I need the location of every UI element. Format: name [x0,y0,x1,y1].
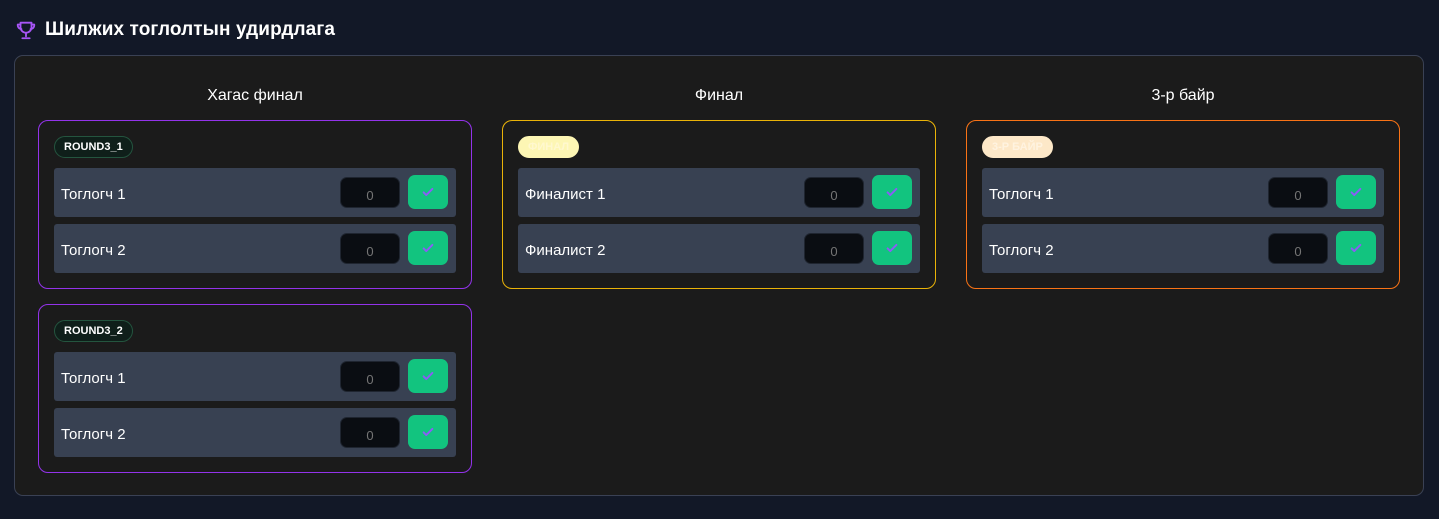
check-icon [886,187,898,197]
score-input[interactable] [340,177,400,208]
column-title: 3-р байр [1151,87,1215,104]
trophy-icon [16,21,36,40]
player-row: Тоглогч 2 [54,408,456,457]
bracket-panel: Хагас финал ROUND3_1 Тоглогч 1 Тоглогч 2… [14,55,1424,496]
column-title: Финал [694,87,744,104]
player-row: Тоглогч 2 [54,224,456,273]
score-input[interactable] [340,417,400,448]
score-input[interactable] [804,233,864,264]
player-row: Тоглогч 1 [54,168,456,217]
score-input[interactable] [1268,177,1328,208]
player-name: Тоглогч 1 [989,186,1054,203]
check-icon [886,243,898,253]
page-header: Шилжих тоглолтын удирдлага [15,17,335,43]
confirm-score-button[interactable] [408,359,448,393]
confirm-score-button[interactable] [408,415,448,449]
player-name: Тоглогч 1 [61,370,126,387]
match-badge: ФИНАЛ [518,136,580,158]
score-input[interactable] [804,177,864,208]
confirm-score-button[interactable] [1336,231,1376,265]
player-name: Тоглогч 2 [989,242,1054,259]
score-input[interactable] [340,233,400,264]
player-name: Тоглогч 1 [61,186,126,203]
check-icon [422,243,434,253]
match-badge: ROUND3_1 [54,136,133,158]
confirm-score-button[interactable] [408,231,448,265]
player-row: Тоглогч 1 [982,168,1384,217]
player-name: Финалист 2 [525,242,606,259]
player-row: Тоглогч 1 [54,352,456,401]
confirm-score-button[interactable] [1336,175,1376,209]
match-card: ФИНАЛ Финалист 1 Финалист 2 [502,120,936,289]
player-row: Финалист 2 [518,224,920,273]
match-badge: 3-Р БАЙР [982,136,1053,158]
match-card: ROUND3_1 Тоглогч 1 Тоглогч 2 [38,120,472,289]
confirm-score-button[interactable] [872,175,912,209]
player-row: Тоглогч 2 [982,224,1384,273]
player-name: Тоглогч 2 [61,426,126,443]
column-title: Хагас финал [207,87,303,104]
confirm-score-button[interactable] [872,231,912,265]
player-name: Финалист 1 [525,186,606,203]
player-name: Тоглогч 2 [61,242,126,259]
confirm-score-button[interactable] [408,175,448,209]
player-row: Финалист 1 [518,168,920,217]
match-card: 3-Р БАЙР Тоглогч 1 Тоглогч 2 [966,120,1400,289]
score-input[interactable] [1268,233,1328,264]
check-icon [422,427,434,437]
page-title: Шилжих тоглолтын удирдлага [45,19,335,40]
check-icon [1350,243,1362,253]
check-icon [1350,187,1362,197]
check-icon [422,187,434,197]
score-input[interactable] [340,361,400,392]
match-badge: ROUND3_2 [54,320,133,342]
match-card: ROUND3_2 Тоглогч 1 Тоглогч 2 [38,304,472,473]
check-icon [422,371,434,381]
